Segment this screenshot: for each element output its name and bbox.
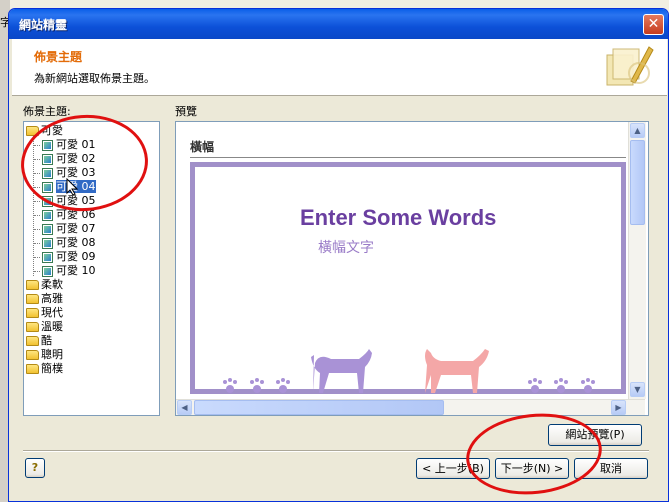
tree-connector [34, 201, 40, 202]
wizard-header: 佈景主題 為新網站選取佈景主題。 [12, 39, 667, 96]
step-subtitle: 為新網站選取佈景主題。 [34, 72, 155, 85]
folder-icon [26, 350, 39, 360]
help-button[interactable]: ? [25, 458, 45, 478]
mouse-cursor-icon [66, 178, 79, 196]
scroll-down-icon[interactable]: ▼ [630, 382, 645, 397]
tree-item-theme[interactable]: 可愛 08 [34, 236, 96, 250]
banner-main-text: Enter Some Words [300, 205, 497, 230]
tree-label: 可愛 09 [56, 250, 96, 263]
tree-connector [34, 215, 40, 216]
tree-label: 溫暖 [41, 320, 63, 333]
title-bar[interactable]: 網站精靈 ✕ [9, 9, 668, 39]
horizontal-scroll-thumb[interactable] [194, 400, 444, 415]
tree-label: 可愛 08 [56, 236, 96, 249]
preview-label: 預覽 [175, 105, 197, 118]
preview-pane: 橫幅 Enter Some Words 橫幅文字 ▲ ▼ ◀ ▶ [175, 121, 649, 416]
cats-decoration [223, 349, 595, 393]
tree-folder-category[interactable]: 柔軟 [26, 278, 63, 292]
banner-heading: 橫幅 [190, 140, 215, 154]
tree-connector [34, 257, 40, 258]
scroll-up-icon[interactable]: ▲ [630, 123, 645, 138]
tree-label: 高雅 [41, 292, 63, 305]
tree-connector [34, 243, 40, 244]
tree-folder-category[interactable]: 聰明 [26, 348, 63, 362]
wizard-art-icon [606, 46, 654, 86]
dialog-title: 網站精靈 [19, 18, 68, 32]
close-button[interactable]: ✕ [643, 14, 664, 35]
tree-connector [34, 229, 40, 230]
theme-list-label: 佈景主題: [23, 105, 71, 118]
vertical-scroll-thumb[interactable] [630, 140, 645, 225]
tree-folder-category[interactable]: 現代 [26, 306, 63, 320]
banner-preview: Enter Some Words 橫幅文字 [190, 162, 626, 394]
tree-label: 可愛 10 [56, 264, 96, 277]
tree-label: 現代 [41, 306, 63, 319]
tree-folder-category[interactable]: 簡樸 [26, 362, 63, 376]
folder-icon [26, 280, 39, 290]
folder-icon [26, 308, 39, 318]
theme-page-icon [42, 251, 53, 263]
tree-label: 可愛 07 [56, 222, 96, 235]
folder-icon [26, 294, 39, 304]
banner-divider [190, 157, 626, 158]
folder-icon [26, 336, 39, 346]
theme-page-icon [42, 237, 53, 249]
tree-folder-category[interactable]: 高雅 [26, 292, 63, 306]
tree-item-theme[interactable]: 可愛 10 [34, 264, 96, 278]
theme-page-icon [42, 209, 53, 221]
banner-sub-text: 橫幅文字 [318, 240, 374, 256]
tree-label: 聰明 [41, 348, 63, 361]
preview-horizontal-scrollbar[interactable]: ◀ ▶ [176, 399, 645, 415]
tree-item-theme[interactable]: 可愛 09 [34, 250, 96, 264]
theme-page-icon [42, 223, 53, 235]
step-title: 佈景主題 [34, 50, 83, 64]
tree-label: 簡樸 [41, 362, 63, 375]
folder-icon [26, 364, 39, 374]
tree-folder-category[interactable]: 溫暖 [26, 320, 63, 334]
tree-label: 酷 [41, 334, 52, 347]
preview-vertical-scrollbar[interactable]: ▲ ▼ [628, 122, 646, 399]
tree-item-theme[interactable]: 可愛 07 [34, 222, 96, 236]
tree-label: 柔軟 [41, 278, 63, 291]
theme-page-icon [42, 265, 53, 277]
tree-connector [34, 271, 40, 272]
folder-icon [26, 322, 39, 332]
tree-folder-category[interactable]: 酷 [26, 334, 52, 348]
scroll-left-icon[interactable]: ◀ [177, 400, 192, 415]
scroll-right-icon[interactable]: ▶ [611, 400, 626, 415]
